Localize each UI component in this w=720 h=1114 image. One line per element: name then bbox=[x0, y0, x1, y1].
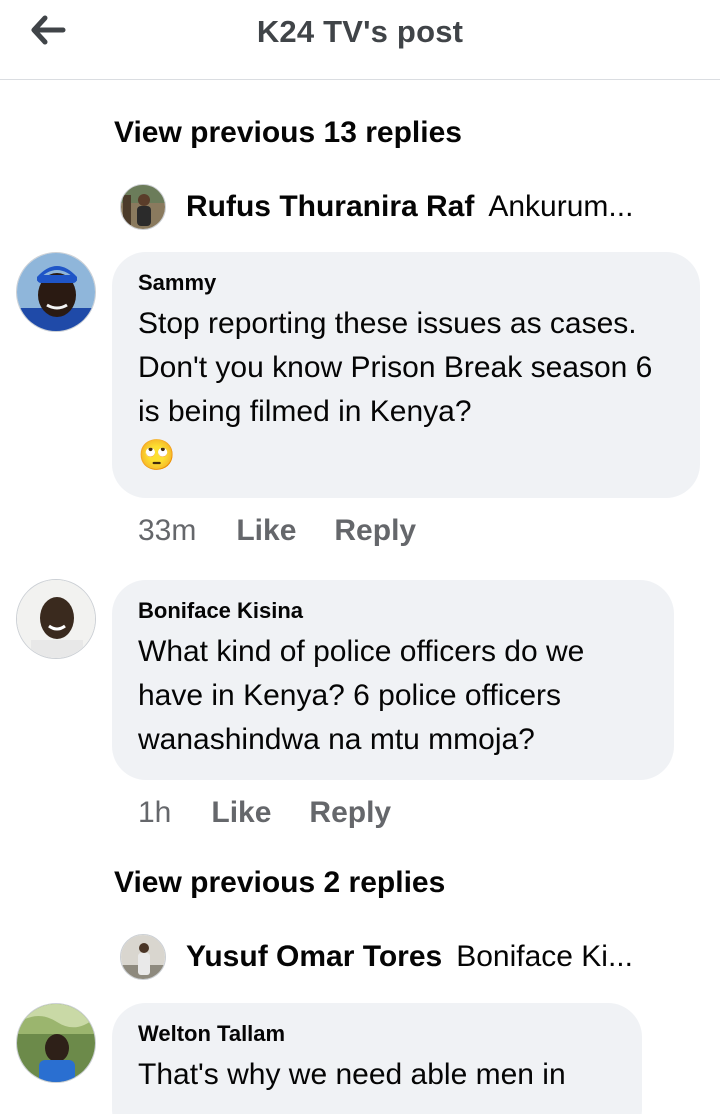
comment-actions-sammy: 33m Like Reply bbox=[138, 514, 416, 548]
comment-actions-boniface: 1h Like Reply bbox=[138, 796, 391, 830]
reply-preview-text: Boniface Ki... bbox=[456, 940, 633, 973]
comment-text: Stop reporting these issues as cases. Do… bbox=[138, 307, 653, 428]
post-comments-page: K24 TV's post View previous 13 replies R… bbox=[0, 0, 720, 1114]
top-header: K24 TV's post bbox=[0, 0, 720, 80]
avatar-welton[interactable] bbox=[16, 1003, 96, 1083]
comment-bubble-sammy: Sammy Stop reporting these issues as cas… bbox=[112, 252, 700, 498]
like-button[interactable]: Like bbox=[236, 514, 296, 548]
reply-preview-text: Ankurum... bbox=[488, 190, 634, 223]
eye-roll-emoji-icon: 🙄 bbox=[138, 439, 176, 472]
like-button[interactable]: Like bbox=[211, 796, 271, 830]
view-previous-replies-link[interactable]: View previous 13 replies bbox=[114, 116, 462, 150]
comment-text: That's why we need able men in bbox=[138, 1058, 566, 1091]
reply-preview-yusuf[interactable]: Yusuf Omar Tores Boniface Ki... bbox=[120, 932, 680, 982]
comment-timestamp: 1h bbox=[138, 796, 172, 829]
comment-timestamp: 33m bbox=[138, 514, 197, 547]
comment-bubble-boniface: Boniface Kisina What kind of police offi… bbox=[112, 580, 674, 780]
comment-text: What kind of police officers do we have … bbox=[138, 635, 585, 756]
avatar bbox=[120, 184, 166, 230]
reply-preview-name: Rufus Thuranira Raf bbox=[186, 190, 475, 223]
page-title: K24 TV's post bbox=[256, 14, 464, 49]
avatar-boniface[interactable] bbox=[16, 579, 96, 659]
comment-author[interactable]: Welton Tallam bbox=[138, 1021, 616, 1047]
reply-preview-rufus[interactable]: Rufus Thuranira Raf Ankurum... bbox=[120, 182, 680, 232]
comment-author[interactable]: Boniface Kisina bbox=[138, 598, 648, 624]
reply-button[interactable]: Reply bbox=[309, 796, 391, 830]
view-previous-replies-link[interactable]: View previous 2 replies bbox=[114, 866, 445, 900]
reply-button[interactable]: Reply bbox=[334, 514, 416, 548]
comment-bubble-welton: Welton Tallam That's why we need able me… bbox=[112, 1003, 642, 1114]
avatar-sammy[interactable] bbox=[16, 252, 96, 332]
reply-preview-name: Yusuf Omar Tores bbox=[186, 940, 443, 973]
comment-author[interactable]: Sammy bbox=[138, 270, 674, 296]
avatar bbox=[120, 934, 166, 980]
